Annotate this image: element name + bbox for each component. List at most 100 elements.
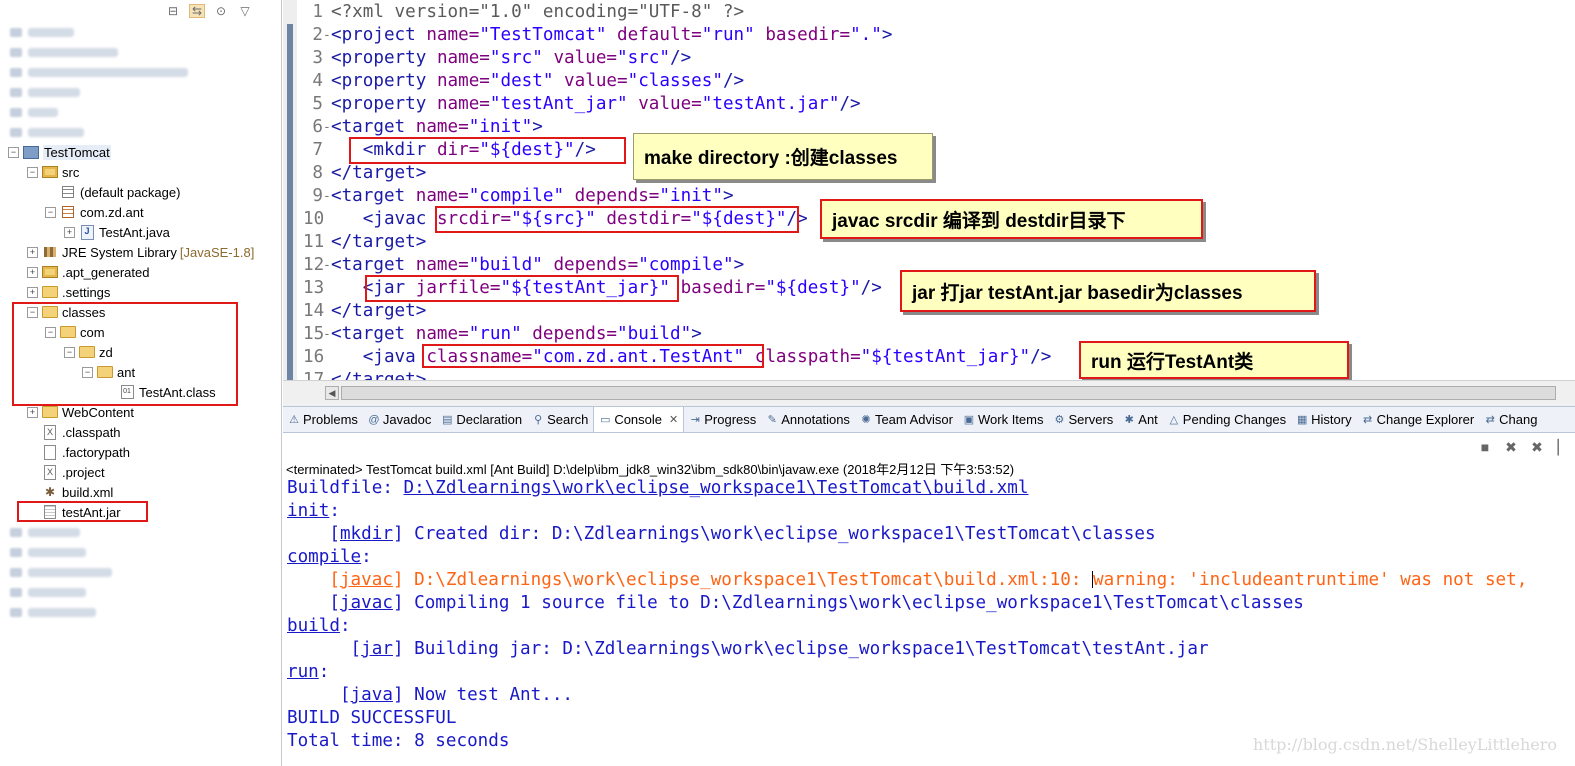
remove-launch-icon[interactable]: ✖ bbox=[1503, 439, 1519, 456]
tab-annotations[interactable]: ✎ Annotations bbox=[761, 407, 855, 432]
redacted-project[interactable] bbox=[10, 65, 188, 79]
task-link[interactable]: jar bbox=[361, 639, 393, 659]
fold-toggle-icon[interactable]: - bbox=[323, 185, 331, 208]
redacted-project[interactable] bbox=[10, 525, 80, 539]
collapse-all-icon[interactable]: ⊟ bbox=[165, 4, 181, 18]
task-link[interactable]: java bbox=[351, 685, 393, 705]
tab-problems[interactable]: ⚠ Problems bbox=[283, 407, 363, 432]
tab-declaration[interactable]: ▤ Declaration bbox=[436, 407, 527, 432]
line-number: 15 bbox=[303, 324, 325, 344]
declaration-icon: ▤ bbox=[442, 414, 453, 426]
target-link[interactable]: compile bbox=[287, 547, 361, 567]
redacted-project[interactable] bbox=[10, 25, 74, 39]
folder-icon bbox=[60, 325, 76, 339]
tab-change-explorer[interactable]: ⇄ Change Explorer bbox=[1357, 407, 1480, 432]
console-line: compile: bbox=[287, 547, 372, 567]
buildfile-link[interactable]: D:\Zdlearnings\work\eclipse_workspace1\T… bbox=[404, 478, 1029, 498]
annotations-icon: ✎ bbox=[767, 414, 777, 426]
line-number: 10 bbox=[303, 209, 325, 229]
tree-item-src[interactable]: − src bbox=[27, 162, 79, 182]
tree-item-default-package[interactable]: (default package) bbox=[45, 182, 180, 202]
code-text: <mkdir dir="${dest}"/> bbox=[362, 140, 596, 160]
tab-team-advisor[interactable]: ✺ Team Advisor bbox=[855, 407, 958, 432]
line-number: 6 bbox=[312, 117, 323, 137]
tab-label: Change Explorer bbox=[1376, 412, 1475, 427]
tab-servers[interactable]: ⚙ Servers bbox=[1048, 407, 1118, 432]
redacted-project[interactable] bbox=[10, 125, 84, 139]
close-icon[interactable]: ✕ bbox=[669, 413, 678, 426]
target-link[interactable]: build bbox=[287, 616, 340, 636]
tree-item-classpath[interactable]: .classpath bbox=[27, 422, 121, 442]
collapse-toggle-icon[interactable]: − bbox=[45, 326, 56, 338]
redacted-project[interactable] bbox=[10, 105, 58, 119]
redacted-project[interactable] bbox=[10, 585, 86, 599]
expand-toggle-icon[interactable]: + bbox=[27, 406, 38, 418]
tree-item-jar-file[interactable]: testAnt.jar bbox=[27, 502, 121, 522]
tab-label: Pending Changes bbox=[1182, 412, 1287, 427]
tree-item-label: .settings bbox=[62, 284, 111, 300]
tree-item-build-xml[interactable]: build.xml bbox=[27, 482, 113, 502]
fold-toggle-icon[interactable]: - bbox=[323, 254, 331, 277]
scroll-thumb[interactable] bbox=[341, 386, 1556, 400]
tree-item-ant[interactable]: − ant bbox=[82, 362, 135, 382]
tree-item-project-file[interactable]: .project bbox=[27, 462, 105, 482]
xml-editor[interactable]: 1 <?xml version="1.0" encoding="UTF-8" ?>… bbox=[283, 0, 1575, 380]
target-link[interactable]: run bbox=[287, 662, 319, 682]
tab-pending-changes[interactable]: △ Pending Changes bbox=[1163, 407, 1291, 432]
redacted-project[interactable] bbox=[10, 605, 96, 619]
tree-item-classes[interactable]: − classes bbox=[27, 302, 105, 322]
tree-item-java-file[interactable]: + TestAnt.java bbox=[64, 222, 170, 242]
tab-console[interactable]: ▭ Console ✕ bbox=[593, 407, 685, 432]
tree-item-com[interactable]: − com bbox=[45, 322, 105, 342]
tab-history[interactable]: ▦ History bbox=[1291, 407, 1356, 432]
console-menu-icon[interactable]: ▏ bbox=[1555, 439, 1571, 456]
collapse-toggle-icon[interactable]: − bbox=[27, 306, 38, 318]
tab-javadoc[interactable]: @ Javadoc bbox=[363, 407, 436, 432]
view-menu-icon[interactable]: ▽ bbox=[237, 4, 253, 18]
tree-item-class-file[interactable]: TestAnt.class bbox=[104, 382, 216, 402]
collapse-toggle-icon[interactable]: − bbox=[82, 366, 93, 378]
tree-item-decoration: [JavaSE-1.8] bbox=[179, 244, 255, 260]
link-with-editor-icon[interactable]: ⇆ bbox=[189, 4, 205, 18]
collapse-toggle-icon[interactable]: − bbox=[45, 206, 56, 218]
tree-item-webcontent[interactable]: + WebContent bbox=[27, 402, 134, 422]
remove-all-terminated-icon[interactable]: ✖ bbox=[1529, 439, 1545, 456]
tree-item-zd[interactable]: − zd bbox=[64, 342, 113, 362]
collapse-toggle-icon[interactable]: − bbox=[27, 166, 38, 178]
terminate-icon[interactable]: ■ bbox=[1477, 439, 1493, 456]
tab-ant[interactable]: ✱ Ant bbox=[1118, 407, 1163, 432]
tab-progress[interactable]: ⇥ Progress bbox=[684, 407, 761, 432]
package-icon bbox=[60, 205, 76, 219]
focus-icon[interactable]: ⊙ bbox=[213, 4, 229, 18]
task-link[interactable]: mkdir bbox=[340, 524, 393, 544]
fold-toggle-icon[interactable]: - bbox=[323, 116, 331, 139]
tree-item-project[interactable]: − TestTomcat bbox=[8, 142, 111, 162]
tree-item-factorypath[interactable]: .factorypath bbox=[27, 442, 130, 462]
tree-item-settings[interactable]: + .settings bbox=[27, 282, 110, 302]
redacted-project[interactable] bbox=[10, 45, 118, 59]
redacted-project[interactable] bbox=[10, 565, 112, 579]
collapse-toggle-icon[interactable]: − bbox=[64, 346, 75, 358]
task-link[interactable]: javac bbox=[340, 593, 393, 613]
expand-toggle-icon[interactable]: + bbox=[27, 266, 38, 278]
tab-work-items[interactable]: ▣ Work Items bbox=[958, 407, 1049, 432]
target-link[interactable]: init bbox=[287, 501, 329, 521]
tree-item-package[interactable]: − com.zd.ant bbox=[45, 202, 144, 222]
fold-toggle-icon[interactable]: - bbox=[323, 323, 331, 346]
callout-text: make directory :创建classes bbox=[644, 148, 898, 169]
line-number: 9 bbox=[312, 186, 323, 206]
tree-item-apt-generated[interactable]: + .apt_generated bbox=[27, 262, 149, 282]
expand-toggle-icon[interactable]: + bbox=[64, 226, 75, 238]
collapse-toggle-icon[interactable]: − bbox=[8, 146, 19, 158]
expand-toggle-icon[interactable]: + bbox=[27, 246, 38, 258]
editor-horizontal-scrollbar[interactable]: ◀ bbox=[283, 380, 1575, 406]
scroll-left-icon[interactable]: ◀ bbox=[325, 386, 339, 400]
redacted-project[interactable] bbox=[10, 85, 80, 99]
expand-toggle-icon[interactable]: + bbox=[27, 286, 38, 298]
tab-search[interactable]: ⚲ Search bbox=[527, 407, 593, 432]
task-link[interactable]: javac bbox=[340, 570, 393, 590]
redacted-project[interactable] bbox=[10, 545, 86, 559]
fold-toggle-icon[interactable]: - bbox=[323, 24, 331, 47]
tree-item-jre-library[interactable]: + JRE System Library [JavaSE-1.8] bbox=[27, 242, 254, 262]
tab-chang[interactable]: ⇄ Chang bbox=[1479, 407, 1542, 432]
